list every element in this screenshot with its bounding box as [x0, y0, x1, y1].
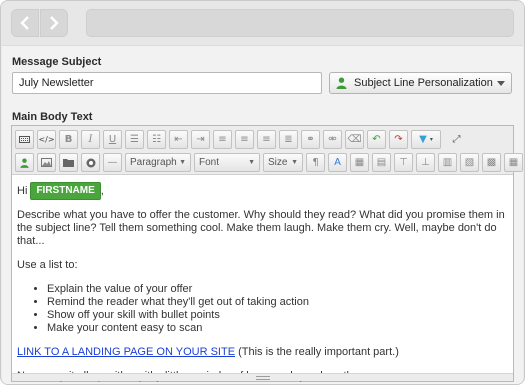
chevron-right-icon [50, 16, 59, 30]
subject-label: Message Subject [12, 56, 102, 68]
merge-cells-icon[interactable]: ⊤ [394, 153, 413, 172]
table-icon[interactable]: ▦ [350, 153, 369, 172]
fullscreen-icon[interactable]: ⤢ [447, 130, 466, 149]
indent-icon[interactable]: ⇥ [191, 130, 210, 149]
font-select[interactable]: Font ▼ [194, 153, 260, 172]
align-justify-icon[interactable]: ≣ [279, 130, 298, 149]
color-dropdown-icon[interactable]: ▼ ▾ [411, 130, 441, 149]
editor-content[interactable]: Hi FIRSTNAME, Describe what you have to … [17, 182, 509, 384]
record-icon[interactable] [81, 153, 100, 172]
insert-row-icon[interactable]: ▤ [372, 153, 391, 172]
browser-toolbar [1, 1, 524, 45]
list-intro: Use a list to: [17, 259, 78, 271]
text-color-icon[interactable]: A [328, 153, 347, 172]
rich-text-editor: </> B I U ☰ ☷ ⇤ ⇥ ≡ ≡ ≡ ≣ ⚭ ⚮ ⌫ ↶ ↷ ▼ ▾ … [11, 125, 523, 384]
grid-icon[interactable]: ▦ [504, 153, 523, 172]
greeting-text: Hi [17, 184, 28, 197]
chevron-down-icon [497, 80, 505, 86]
text-style-icon[interactable]: ¶ [306, 153, 325, 172]
bold-icon[interactable]: B [59, 130, 78, 149]
unordered-list-icon[interactable]: ☰ [125, 130, 144, 149]
address-bar[interactable] [86, 9, 514, 37]
list-item: Make your content easy to scan [47, 322, 509, 335]
app-window: Message Subject July Newsletter Subject … [0, 0, 525, 385]
grip-icon [255, 375, 270, 380]
link-icon[interactable]: ⚭ [301, 130, 320, 149]
size-select-value: Size [268, 157, 288, 168]
delete-column-icon[interactable]: ▧ [460, 153, 479, 172]
editor-toolbar: </> B I U ☰ ☷ ⇤ ⇥ ≡ ≡ ≡ ≣ ⚭ ⚮ ⌫ ↶ ↷ ▼ ▾ … [12, 126, 523, 175]
table-props-icon[interactable]: ▩ [482, 153, 501, 172]
forward-button[interactable] [40, 9, 68, 37]
split-cells-icon[interactable]: ⊥ [416, 153, 435, 172]
clear-format-icon[interactable]: ⌫ [345, 130, 364, 149]
horizontal-rule-icon[interactable]: — [103, 153, 122, 172]
size-select[interactable]: Size ▼ [263, 153, 303, 172]
bullet-list: Explain the value of your offer Remind t… [47, 283, 509, 335]
italic-icon[interactable]: I [81, 130, 100, 149]
list-item: Remind the reader what they'll get out o… [47, 296, 509, 309]
unlink-icon[interactable]: ⚮ [323, 130, 342, 149]
message-form: Message Subject July Newsletter Subject … [2, 45, 523, 384]
keyboard-icon[interactable] [15, 130, 34, 149]
personalization-label: Subject Line Personalization [354, 77, 493, 89]
landing-page-link[interactable]: LINK TO A LANDING PAGE ON YOUR SITE [17, 346, 235, 358]
paragraph-select[interactable]: Paragraph ▼ [125, 153, 191, 172]
person-icon [336, 77, 347, 89]
source-code-icon[interactable]: </> [37, 130, 56, 149]
back-button[interactable] [11, 9, 39, 37]
body-label: Main Body Text [12, 111, 93, 123]
paragraph-select-value: Paragraph [130, 157, 177, 168]
underline-icon[interactable]: U [103, 130, 122, 149]
toolbar-row-2: — Paragraph ▼ Font ▼ Size ▼ ¶ A ▦ ▤ ⊤ ⊥ … [15, 152, 524, 173]
font-select-value: Font [199, 157, 220, 168]
folder-icon[interactable] [59, 153, 78, 172]
subject-personalization-dropdown[interactable]: Subject Line Personalization [329, 72, 512, 94]
delete-row-icon[interactable]: ▥ [438, 153, 457, 172]
chevron-down-icon: ▼ [291, 159, 298, 166]
chevron-down-icon: ▼ [179, 159, 186, 166]
greeting-comma: , [100, 184, 104, 197]
image-icon[interactable] [37, 153, 56, 172]
ordered-list-icon[interactable]: ☷ [147, 130, 166, 149]
personalize-user-icon[interactable] [15, 153, 34, 172]
editor-resize-handle[interactable] [12, 373, 513, 381]
link-note: (This is the really important part.) [235, 346, 399, 358]
chevron-down-icon: ▼ [248, 159, 255, 166]
redo-icon[interactable]: ↷ [389, 130, 408, 149]
align-right-icon[interactable]: ≡ [257, 130, 276, 149]
chevron-left-icon [20, 16, 29, 30]
align-center-icon[interactable]: ≡ [235, 130, 254, 149]
subject-input[interactable]: July Newsletter [12, 72, 322, 94]
intro-paragraph: Describe what you have to offer the cust… [17, 209, 505, 247]
undo-icon[interactable]: ↶ [367, 130, 386, 149]
list-item: Explain the value of your offer [47, 283, 509, 296]
align-left-icon[interactable]: ≡ [213, 130, 232, 149]
outdent-icon[interactable]: ⇤ [169, 130, 188, 149]
toolbar-row-1: </> B I U ☰ ☷ ⇤ ⇥ ≡ ≡ ≡ ≣ ⚭ ⚮ ⌫ ↶ ↷ ▼ ▾ … [15, 129, 469, 150]
list-item: Show off your skill with bullet points [47, 309, 509, 322]
firstname-merge-tag[interactable]: FIRSTNAME [30, 182, 101, 200]
